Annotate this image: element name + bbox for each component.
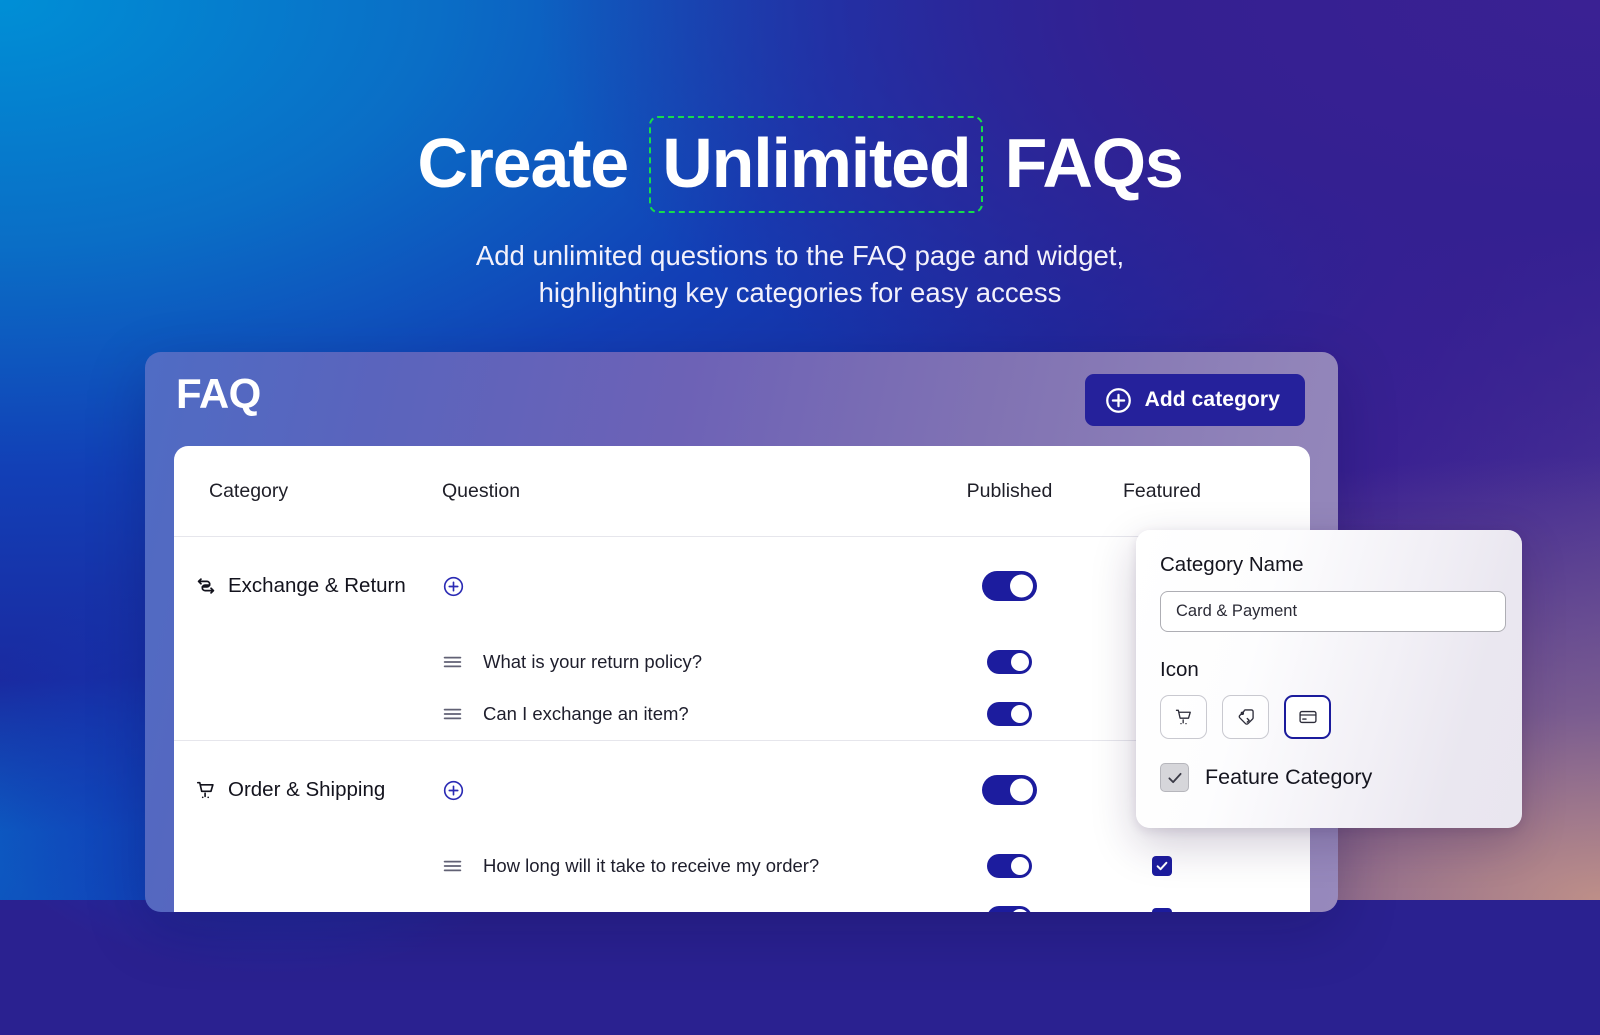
headline-prefix: Create: [417, 124, 646, 202]
credit-card-icon: [1298, 707, 1318, 727]
published-toggle[interactable]: [987, 906, 1032, 912]
toggle-knob: [1011, 653, 1029, 671]
plus-circle-icon: [1105, 387, 1132, 414]
icon-option-credit-card[interactable]: [1284, 695, 1331, 739]
add-question-icon[interactable]: [442, 779, 465, 802]
table-row[interactable]: How long will it take to receive my orde…: [174, 840, 1310, 892]
question-text: How long will it take to receive my orde…: [483, 855, 819, 877]
column-header-featured: Featured: [1097, 480, 1227, 503]
card-header: FAQ Add category: [145, 352, 1338, 446]
add-category-button[interactable]: Add category: [1085, 374, 1305, 426]
toggle-knob: [1010, 575, 1033, 598]
toggle-knob: [1011, 909, 1029, 912]
page-headline: Create Unlimited FAQs: [0, 0, 1600, 213]
drag-handle-icon[interactable]: [442, 654, 463, 670]
table-header-row: Category Question Published Featured: [174, 446, 1310, 537]
published-cell: [922, 854, 1097, 878]
published-cell: [922, 650, 1097, 674]
featured-checkbox[interactable]: [1152, 908, 1172, 912]
published-cell: [922, 906, 1097, 912]
featured-cell: [1097, 856, 1227, 876]
category-name-label: Category Name: [1160, 553, 1498, 577]
question-cell: Can I exchange an item?: [442, 703, 922, 725]
table-row[interactable]: [174, 892, 1310, 912]
shopping-cart-icon: [195, 779, 217, 801]
published-toggle[interactable]: [982, 775, 1037, 805]
category-cell: Order & Shipping: [174, 778, 442, 802]
exchange-arrows-icon: [195, 575, 217, 597]
add-question-icon[interactable]: [442, 575, 465, 598]
question-cell: What is your return policy?: [442, 651, 922, 673]
toggle-knob: [1011, 857, 1029, 875]
toggle-knob: [1010, 779, 1033, 802]
drag-handle-icon[interactable]: [442, 910, 463, 912]
hero-section: Create Unlimited FAQs Add unlimited ques…: [0, 0, 1600, 311]
category-name: Order & Shipping: [228, 778, 385, 802]
icon-option-return-tag[interactable]: [1222, 695, 1269, 739]
question-cell: [442, 779, 922, 802]
drag-handle-icon[interactable]: [442, 706, 463, 722]
category-name-input[interactable]: [1160, 591, 1506, 632]
page-subheadline: Add unlimited questions to the FAQ page …: [0, 213, 1600, 312]
feature-category-label: Feature Category: [1205, 765, 1372, 790]
icon-option-group: [1160, 695, 1498, 739]
column-header-published: Published: [922, 480, 1097, 503]
published-cell: [922, 775, 1097, 805]
headline-suffix: FAQs: [986, 124, 1182, 202]
category-name: Exchange & Return: [228, 574, 406, 598]
column-header-question: Question: [442, 480, 922, 503]
published-cell: [922, 702, 1097, 726]
subheadline-line-2: highlighting key categories for easy acc…: [539, 277, 1062, 308]
question-cell: [442, 910, 922, 912]
headline-highlight-text: Unlimited: [662, 124, 970, 202]
subheadline-line-1: Add unlimited questions to the FAQ page …: [476, 240, 1124, 271]
headline-highlight-box: Unlimited: [649, 116, 983, 213]
question-text: Can I exchange an item?: [483, 703, 689, 725]
published-toggle[interactable]: [987, 702, 1032, 726]
icon-option-shopping-cart[interactable]: [1160, 695, 1207, 739]
column-header-category: Category: [174, 480, 442, 503]
feature-category-checkbox[interactable]: [1160, 763, 1189, 792]
featured-cell: [1097, 908, 1227, 912]
published-toggle[interactable]: [987, 650, 1032, 674]
return-tag-icon: [1236, 707, 1256, 727]
icon-label: Icon: [1160, 658, 1498, 682]
toggle-knob: [1011, 705, 1029, 723]
page-title: FAQ: [176, 370, 261, 418]
drag-handle-icon[interactable]: [442, 858, 463, 874]
question-cell: How long will it take to receive my orde…: [442, 855, 922, 877]
featured-checkbox[interactable]: [1152, 856, 1172, 876]
published-cell: [922, 571, 1097, 601]
published-toggle[interactable]: [987, 854, 1032, 878]
category-editor-popover: Category Name Icon: [1136, 530, 1522, 828]
category-cell: Exchange & Return: [174, 574, 442, 598]
feature-category-row: Feature Category: [1160, 763, 1498, 792]
add-category-label: Add category: [1145, 388, 1280, 412]
published-toggle[interactable]: [982, 571, 1037, 601]
question-cell: [442, 575, 922, 598]
question-text: What is your return policy?: [483, 651, 702, 673]
shopping-cart-icon: [1174, 707, 1194, 727]
